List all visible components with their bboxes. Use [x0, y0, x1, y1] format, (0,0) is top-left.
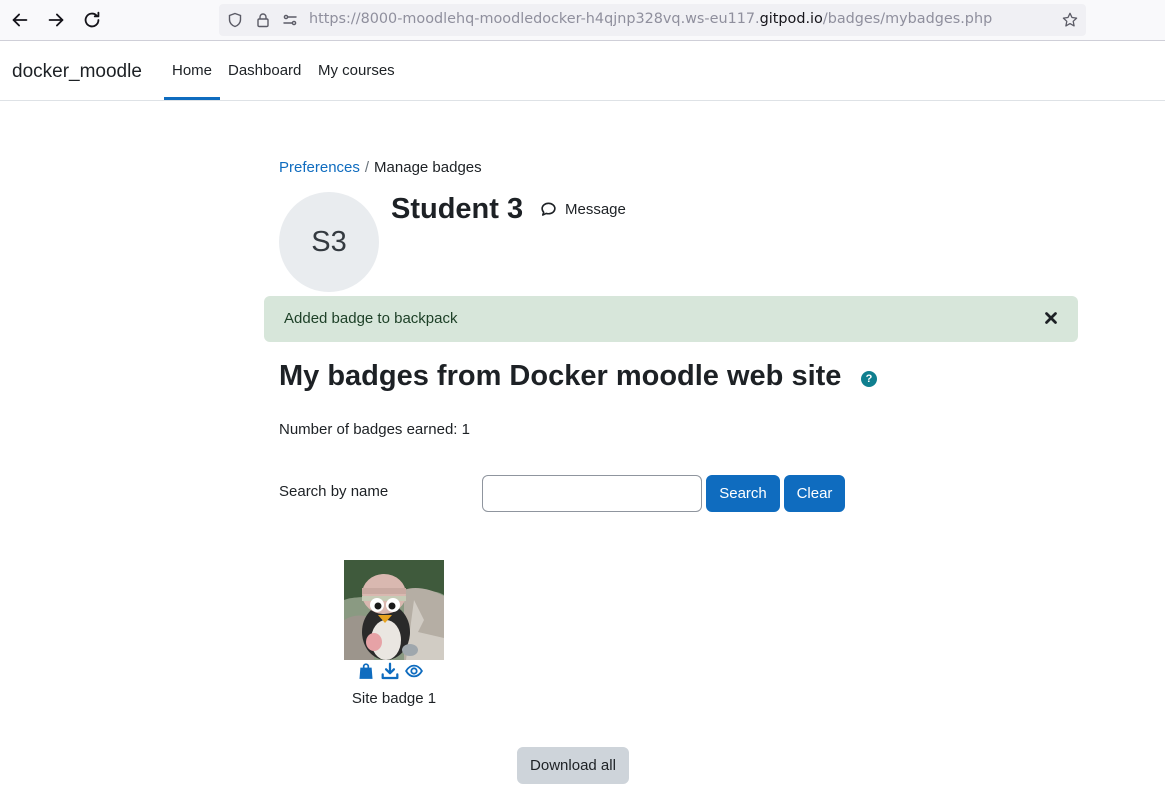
nav-item-home[interactable]: Home — [172, 62, 212, 79]
download-icon[interactable] — [381, 662, 399, 680]
site-brand[interactable]: docker_moodle — [12, 61, 142, 83]
help-icon[interactable]: ? — [861, 371, 877, 387]
search-button[interactable]: Search — [706, 475, 780, 512]
clear-button[interactable]: Clear — [784, 475, 845, 512]
active-nav-indicator — [164, 97, 220, 100]
breadcrumb-separator: / — [364, 159, 370, 176]
shield-icon[interactable] — [227, 12, 243, 28]
message-label: Message — [565, 201, 626, 218]
address-bar[interactable]: https://8000-moodlehq-moodledocker-h4qjn… — [219, 4, 1086, 36]
success-alert: Added badge to backpack — [264, 296, 1078, 342]
browser-toolbar: https://8000-moodlehq-moodledocker-h4qjn… — [0, 0, 1165, 41]
search-label: Search by name — [279, 483, 389, 500]
alert-message: Added badge to backpack — [284, 310, 458, 327]
breadcrumb-preferences-link[interactable]: Preferences — [279, 159, 360, 176]
connection-settings-icon[interactable] — [282, 12, 298, 28]
backpack-icon[interactable] — [357, 662, 375, 680]
download-all-button[interactable]: Download all — [517, 747, 629, 784]
url-text: https://8000-moodlehq-moodledocker-h4qjn… — [309, 11, 993, 27]
breadcrumb-current: Manage badges — [374, 159, 482, 176]
speech-bubble-icon — [540, 201, 557, 218]
nav-item-my-courses[interactable]: My courses — [318, 62, 395, 79]
badge-name[interactable]: Site badge 1 — [344, 690, 444, 707]
message-button[interactable]: Message — [540, 201, 626, 218]
close-icon[interactable] — [1042, 309, 1060, 327]
bookmark-star-icon[interactable] — [1062, 12, 1078, 28]
page-title: My badges from Docker moodle web site — [279, 360, 842, 392]
search-input[interactable] — [482, 475, 702, 512]
back-arrow-icon[interactable] — [9, 9, 31, 31]
reload-icon[interactable] — [81, 9, 103, 31]
avatar: S3 — [279, 192, 379, 292]
forward-arrow-icon[interactable] — [45, 9, 67, 31]
lock-icon[interactable] — [255, 12, 271, 28]
badge-image[interactable] — [344, 560, 444, 660]
site-navbar: docker_moodle Home Dashboard My courses — [0, 41, 1165, 101]
badge-count-text: Number of badges earned: 1 — [279, 421, 470, 438]
user-fullname: Student 3 — [391, 193, 524, 225]
nav-item-dashboard[interactable]: Dashboard — [228, 62, 301, 79]
breadcrumb: Preferences / Manage badges — [279, 159, 482, 176]
visibility-eye-icon[interactable] — [405, 662, 423, 680]
